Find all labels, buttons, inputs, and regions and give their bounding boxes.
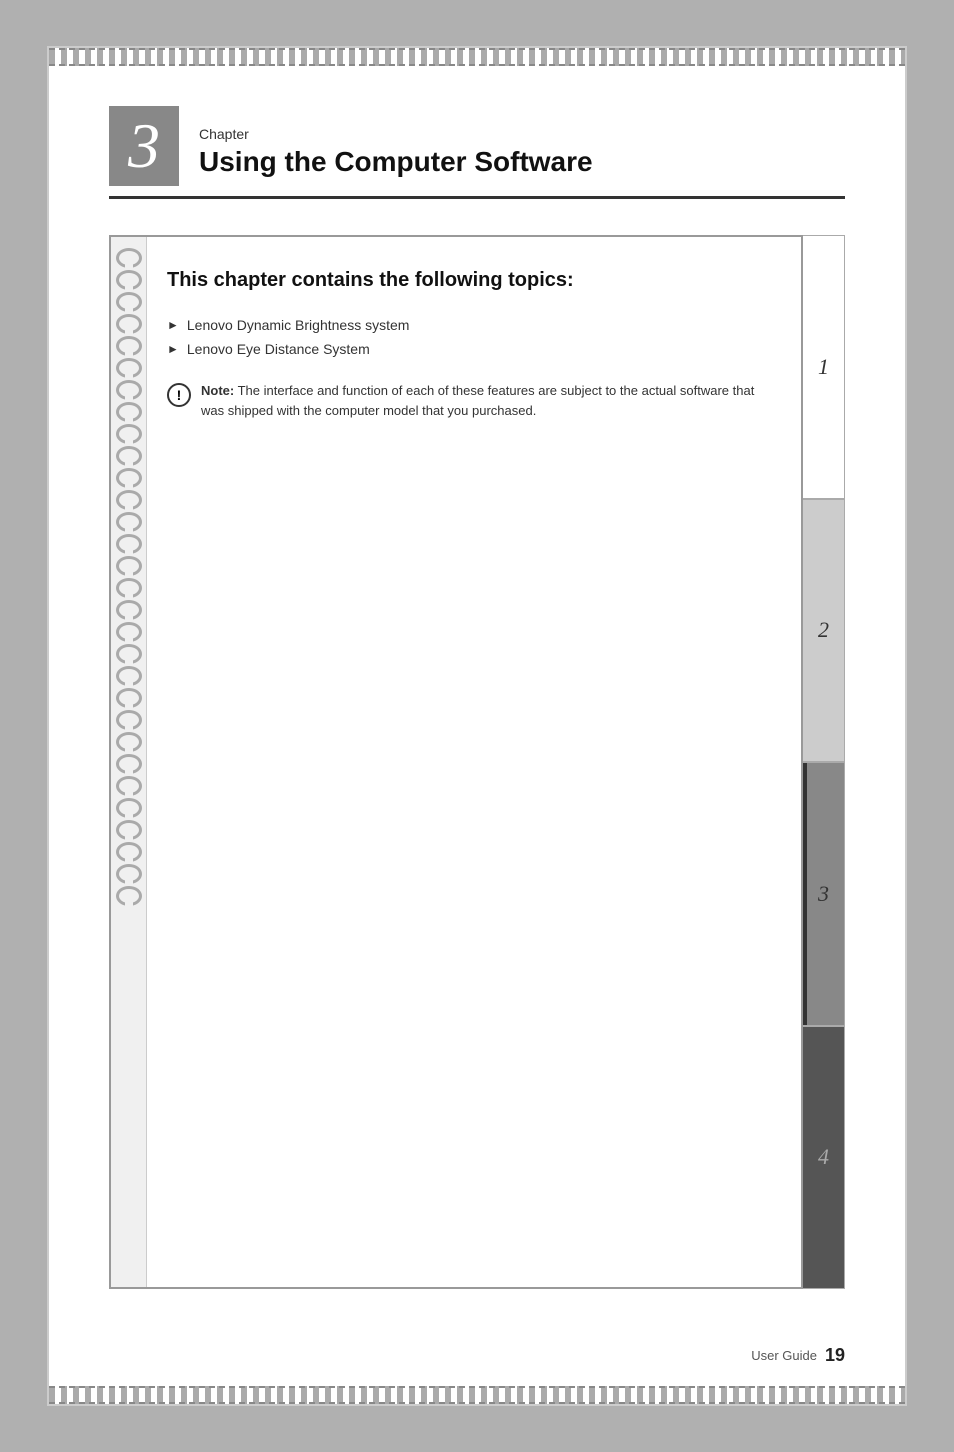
note-label: Note: bbox=[201, 383, 234, 398]
spiral-ring bbox=[116, 446, 142, 466]
spiral-ring bbox=[116, 314, 142, 334]
spiral-ring bbox=[116, 600, 142, 620]
note-text: Note: The interface and function of each… bbox=[201, 381, 771, 420]
arrow-icon: ► bbox=[167, 318, 179, 332]
list-item: ► Lenovo Dynamic Brightness system bbox=[167, 317, 771, 333]
spiral-ring bbox=[116, 754, 142, 774]
chapter-number-box: 3 bbox=[109, 106, 179, 186]
chapter-divider bbox=[109, 196, 845, 199]
top-stripe bbox=[49, 48, 905, 66]
notebook: This chapter contains the following topi… bbox=[109, 235, 803, 1289]
footer-page-number: 19 bbox=[825, 1345, 845, 1366]
chapter-number: 3 bbox=[128, 114, 160, 178]
spiral-ring bbox=[116, 688, 142, 708]
list-item: ► Lenovo Eye Distance System bbox=[167, 341, 771, 357]
spiral-ring bbox=[116, 644, 142, 664]
tab-1[interactable]: 1 bbox=[803, 235, 845, 499]
tab-2[interactable]: 2 bbox=[803, 499, 845, 763]
tab-2-label: 2 bbox=[818, 617, 829, 643]
spiral-ring bbox=[116, 820, 142, 840]
bottom-stripe bbox=[49, 1386, 905, 1404]
chapter-label: Chapter bbox=[199, 126, 593, 142]
spiral-ring bbox=[116, 842, 142, 862]
spiral-ring bbox=[116, 424, 142, 444]
spiral-ring bbox=[116, 336, 142, 356]
page-content: 3 Chapter Using the Computer Software bbox=[49, 66, 905, 1329]
spiral-ring bbox=[116, 402, 142, 422]
chapter-label-title: Chapter Using the Computer Software bbox=[199, 126, 593, 186]
spiral-ring bbox=[116, 512, 142, 532]
notebook-heading: This chapter contains the following topi… bbox=[167, 267, 771, 293]
spiral-ring bbox=[116, 776, 142, 796]
spiral-ring bbox=[116, 380, 142, 400]
tab-3-label: 3 bbox=[818, 881, 829, 907]
tab-4[interactable]: 4 bbox=[803, 1026, 845, 1290]
tab-4-label: 4 bbox=[818, 1144, 829, 1170]
chapter-tabs: 1 2 3 4 bbox=[803, 235, 845, 1289]
note-body: The interface and function of each of th… bbox=[201, 383, 754, 418]
spiral-ring bbox=[116, 490, 142, 510]
page-footer: User Guide 19 bbox=[49, 1329, 905, 1386]
spiral-ring bbox=[116, 358, 142, 378]
spiral-ring bbox=[116, 622, 142, 642]
spiral-ring bbox=[116, 886, 142, 906]
note-icon: ! bbox=[167, 383, 191, 407]
spiral-ring bbox=[116, 534, 142, 554]
active-tab-indicator bbox=[803, 763, 807, 1025]
spiral-ring bbox=[116, 578, 142, 598]
tab-1-label: 1 bbox=[818, 354, 829, 380]
arrow-icon: ► bbox=[167, 342, 179, 356]
page-container: 3 Chapter Using the Computer Software bbox=[47, 46, 907, 1406]
topic-text: Lenovo Dynamic Brightness system bbox=[187, 317, 410, 333]
spiral-ring bbox=[116, 864, 142, 884]
spiral-ring bbox=[116, 710, 142, 730]
tab-3[interactable]: 3 bbox=[803, 762, 845, 1026]
spiral-binding bbox=[111, 237, 147, 1287]
spiral-ring bbox=[116, 248, 142, 268]
footer-label: User Guide bbox=[751, 1348, 817, 1363]
topic-list: ► Lenovo Dynamic Brightness system ► Len… bbox=[167, 317, 771, 357]
chapter-header: 3 Chapter Using the Computer Software bbox=[109, 106, 845, 186]
spiral-ring bbox=[116, 666, 142, 686]
chapter-title: Using the Computer Software bbox=[199, 146, 593, 178]
spiral-ring bbox=[116, 556, 142, 576]
topic-text: Lenovo Eye Distance System bbox=[187, 341, 370, 357]
spiral-ring bbox=[116, 468, 142, 488]
notebook-content: This chapter contains the following topi… bbox=[147, 237, 801, 1287]
note-box: ! Note: The interface and function of ea… bbox=[167, 381, 771, 420]
spiral-ring bbox=[116, 292, 142, 312]
spiral-ring bbox=[116, 270, 142, 290]
main-area: This chapter contains the following topi… bbox=[109, 235, 845, 1289]
spiral-ring bbox=[116, 732, 142, 752]
spiral-ring bbox=[116, 798, 142, 818]
